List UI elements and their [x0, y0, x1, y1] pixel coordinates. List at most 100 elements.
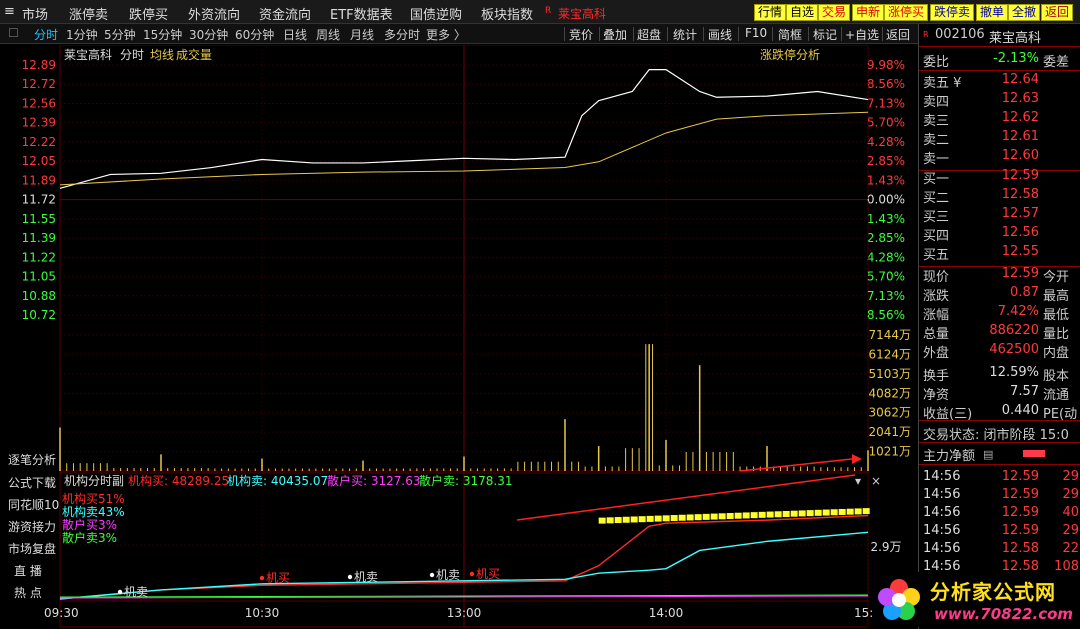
btn-watchlist[interactable]: 自选	[786, 4, 819, 21]
sub-block	[750, 512, 758, 519]
stat-5-label: 换手	[923, 369, 950, 384]
ask-level-5-label: 卖五 ¥	[923, 76, 962, 91]
bid-level-3-label: 买三	[923, 210, 950, 225]
tab-intraday[interactable]: 分时	[34, 26, 58, 43]
btn-cancel-order[interactable]: 撤单	[976, 4, 1009, 21]
sub-block	[830, 509, 838, 516]
tab-weekly[interactable]: 周线	[316, 26, 340, 43]
top-menu-bar: ≡ 市场 涨停卖 跌停买 外资流向 资金流向 ETF数据表 国债逆购 板块指数 …	[0, 0, 1080, 24]
menu-item-sector-index[interactable]: 板块指数	[481, 4, 533, 23]
pct-tick-label: 2.85%	[867, 154, 905, 168]
sub-retail-sell: 散户卖: 3178.31	[419, 473, 512, 488]
sub-block	[838, 508, 846, 515]
tab-30min[interactable]: 30分钟	[189, 26, 228, 43]
sub-block	[846, 508, 854, 515]
left-link-ths10[interactable]: 同花顺10	[8, 496, 59, 513]
pct-tick-label: 8.56%	[867, 77, 905, 91]
tick-volume: 29	[1062, 469, 1079, 484]
btn-limit-down-sell[interactable]: 跌停卖	[930, 4, 975, 21]
left-link-hot[interactable]: 热 点	[14, 584, 42, 601]
intraday-chart-svg[interactable]: 莱宝高科 分时 均线 成交量 涨跌停分析 12.89 9.98% 12.72 8.56% 12.5…	[0, 45, 918, 629]
stat-4-label: 外盘	[923, 346, 950, 361]
btn-trade[interactable]: 交易	[818, 4, 851, 21]
pct-tick-label: 1.43%	[867, 212, 905, 226]
sub-block	[598, 517, 606, 524]
tick-price: 12.58	[1001, 541, 1039, 556]
tool-simple-frame[interactable]: 简框	[778, 26, 802, 43]
tab-15min[interactable]: 15分钟	[143, 26, 182, 43]
btn-back[interactable]: 返回	[1041, 4, 1074, 21]
tick-volume: 22	[1062, 541, 1079, 556]
btn-ipo[interactable]: 申新	[852, 4, 885, 21]
tool-stats[interactable]: 统计	[673, 26, 697, 43]
sub-block	[702, 513, 710, 520]
btn-cancel-all[interactable]: 全撤	[1008, 4, 1041, 21]
chart-period-label: 分时	[120, 48, 144, 62]
chart-area[interactable]: 莱宝高科 分时 均线 成交量 涨跌停分析 12.89 9.98% 12.72 8.56% 12.5…	[0, 45, 918, 629]
tool-super[interactable]: 超盘	[637, 26, 661, 43]
menu-item-fund-flow[interactable]: 资金流向	[259, 4, 311, 23]
ask-level-2-label: 卖二	[923, 133, 950, 148]
doc-icon[interactable]: ▤	[983, 448, 993, 461]
stat-1: 涨跌 0.87 最高	[923, 285, 1079, 304]
pct-tick-label: 8.56%	[867, 308, 905, 322]
volume-tick-label: 3062万	[868, 406, 911, 420]
stock-flag-small: R	[923, 30, 929, 39]
stat-3-value: 886220	[989, 323, 1039, 338]
bid-level-2: 买二 12.58	[923, 187, 1079, 206]
current-stock-name: 莱宝高科	[558, 7, 607, 21]
menu-item-foreign-flow[interactable]: 外资流向	[188, 4, 240, 23]
menu-item-limit-up-sell[interactable]: 涨停卖	[69, 4, 108, 23]
sub-chart-name: 机构分时副	[64, 473, 124, 488]
tool-overlay[interactable]: 叠加	[603, 26, 627, 43]
left-link-tick-analysis[interactable]: 逐笔分析	[8, 451, 56, 468]
net-bar	[1023, 450, 1045, 457]
chart-vol-label: 成交量	[176, 47, 212, 62]
weibi-label: 委比	[923, 55, 950, 70]
menu-toggle-icon[interactable]: ≡	[4, 4, 15, 19]
tick-time: 14:56	[923, 469, 961, 484]
left-link-formula-download[interactable]: 公式下载	[8, 474, 56, 491]
bid-level-3-value: 12.57	[1001, 206, 1039, 221]
stock-name: 莱宝高科	[989, 31, 1042, 46]
tab-multi-intraday[interactable]: 多分时	[384, 26, 420, 43]
chart-stock-name: 莱宝高科	[64, 47, 112, 62]
chart-analysis-link: 涨跌停分析	[760, 47, 820, 62]
tool-back[interactable]: 返回	[886, 26, 910, 43]
tab-5min[interactable]: 5分钟	[104, 26, 136, 43]
tool-mark[interactable]: 标记	[813, 26, 837, 43]
tool-add-watch[interactable]: +自选	[845, 26, 879, 43]
pct-tick-label: 7.13%	[867, 289, 905, 303]
tab-daily[interactable]: 日线	[283, 26, 307, 43]
tool-auction[interactable]: 竞价	[569, 26, 593, 43]
menu-item-repo[interactable]: 国债逆购	[410, 4, 462, 23]
tab-more[interactable]: 更多 〉	[426, 26, 466, 43]
tab-60min[interactable]: 60分钟	[235, 26, 274, 43]
price-tick-label: 12.05	[22, 154, 56, 168]
pct-tick-label: 9.98%	[867, 58, 905, 72]
tab-1min[interactable]: 1分钟	[66, 26, 98, 43]
menu-item-etf-table[interactable]: ETF数据表	[330, 4, 393, 23]
bid-level-4: 买四 12.56	[923, 225, 1079, 244]
stat-1-extra: 最高	[1043, 289, 1070, 304]
tab-monthly[interactable]: 月线	[350, 26, 374, 43]
left-link-hot-money[interactable]: 游资接力	[8, 518, 56, 535]
sub-block	[630, 516, 638, 523]
trade-state: 交易状态: 闭市阶段 15:0	[923, 428, 1069, 443]
volume-tick-label: 5103万	[868, 367, 911, 381]
menu-item-limit-down-buy[interactable]: 跌停买	[129, 4, 168, 23]
btn-quote[interactable]: 行情	[754, 4, 787, 21]
price-tick-label: 11.89	[22, 173, 56, 187]
bid-level-5-value: 12.55	[1001, 244, 1039, 259]
price-tick-label: 11.22	[22, 250, 56, 264]
pct-tick-label: 7.13%	[867, 96, 905, 110]
bid-level-2-label: 买二	[923, 191, 950, 206]
volume-tick-label: 6124万	[868, 347, 911, 361]
left-link-live[interactable]: 直 播	[14, 562, 42, 579]
checkbox-icon[interactable]: ☐	[8, 26, 19, 40]
left-link-market-review[interactable]: 市场复盘	[8, 540, 56, 557]
tool-draw[interactable]: 画线	[708, 26, 732, 43]
menu-item-market[interactable]: 市场	[22, 4, 48, 23]
btn-limit-up-buy[interactable]: 涨停买	[884, 4, 929, 21]
tool-f10[interactable]: F10	[745, 26, 767, 40]
